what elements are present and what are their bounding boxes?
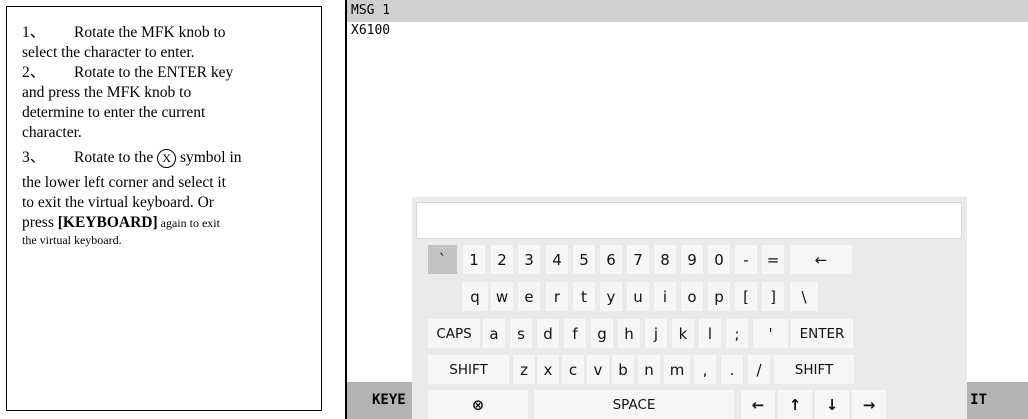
- arrow-down-icon: ↓: [825, 395, 839, 414]
- key-t[interactable]: t: [573, 282, 595, 311]
- key-g[interactable]: g: [591, 319, 613, 348]
- screen-title-bar: MSG 1: [347, 0, 1028, 22]
- step-3-line-4: press [KEYBOARD] again to exit: [22, 214, 220, 231]
- key-z[interactable]: z: [513, 355, 535, 384]
- step-2-line-1: 2、 Rotate to the ENTER key: [22, 64, 234, 81]
- key-k[interactable]: k: [672, 319, 694, 348]
- key-5[interactable]: 5: [573, 245, 595, 274]
- key-shift-right[interactable]: SHIFT: [774, 355, 854, 384]
- key-semicolon[interactable]: ;: [726, 319, 748, 348]
- message-content: X6100: [351, 23, 391, 38]
- key-i[interactable]: i: [654, 282, 676, 311]
- key-arrow-up[interactable]: ↑: [778, 390, 812, 419]
- key-7[interactable]: 7: [627, 245, 649, 274]
- key-space[interactable]: SPACE: [534, 390, 734, 419]
- key-q[interactable]: q: [462, 282, 488, 311]
- exit-circle-icon: X: [157, 148, 177, 168]
- key-arrow-right[interactable]: →: [852, 390, 886, 419]
- key-s[interactable]: s: [510, 319, 532, 348]
- step-2-line-3: determine to enter the current: [22, 104, 206, 121]
- key-arrow-left[interactable]: ←: [741, 390, 775, 419]
- key-backslash[interactable]: \: [790, 282, 818, 311]
- key-h[interactable]: h: [618, 319, 640, 348]
- key-comma[interactable]: ,: [694, 355, 716, 384]
- key-equals[interactable]: =: [762, 245, 784, 274]
- key-x[interactable]: x: [537, 355, 559, 384]
- key-l[interactable]: l: [699, 319, 721, 348]
- virtual-keyboard: ` 1 2 3 4 5 6 7 8 9 0 - = ← q w e r t y …: [412, 197, 967, 419]
- key-4[interactable]: 4: [546, 245, 568, 274]
- key-right-bracket[interactable]: ]: [762, 282, 784, 311]
- step-1-line-1: 1、 Rotate the MFK knob to: [22, 24, 226, 41]
- key-slash[interactable]: /: [748, 355, 770, 384]
- key-o[interactable]: o: [681, 282, 703, 311]
- key-1[interactable]: 1: [463, 245, 485, 274]
- step-3-line-2: the lower left corner and select it: [22, 174, 226, 191]
- softkey-exit[interactable]: IT: [970, 392, 987, 408]
- key-6[interactable]: 6: [600, 245, 622, 274]
- key-2[interactable]: 2: [491, 245, 513, 274]
- key-d[interactable]: d: [537, 319, 559, 348]
- arrow-up-icon: ↑: [788, 395, 802, 414]
- key-backspace[interactable]: ←: [790, 245, 852, 274]
- step-1-line-2: select the character to enter.: [22, 44, 195, 61]
- keyboard-input-field[interactable]: [416, 202, 962, 239]
- step-3-line-5: the virtual keyboard.: [22, 233, 122, 247]
- key-u[interactable]: u: [627, 282, 649, 311]
- key-n[interactable]: n: [638, 355, 660, 384]
- step-2-line-4: character.: [22, 124, 82, 141]
- key-exit-keyboard[interactable]: ⊗: [428, 390, 528, 419]
- instruction-panel: 1、 Rotate the MFK knob to select the char…: [6, 6, 322, 411]
- step-2-line-2: and press the MFK knob to: [22, 84, 192, 101]
- key-0[interactable]: 0: [708, 245, 730, 274]
- key-p[interactable]: p: [708, 282, 730, 311]
- key-j[interactable]: j: [645, 319, 667, 348]
- key-y[interactable]: y: [600, 282, 622, 311]
- key-r[interactable]: r: [546, 282, 568, 311]
- key-backtick[interactable]: `: [428, 245, 457, 274]
- key-arrow-down[interactable]: ↓: [815, 390, 849, 419]
- key-9[interactable]: 9: [681, 245, 703, 274]
- key-left-bracket[interactable]: [: [735, 282, 757, 311]
- key-f[interactable]: f: [564, 319, 586, 348]
- step-3-line-3: to exit the virtual keyboard. Or: [22, 194, 214, 211]
- key-quote[interactable]: ': [753, 319, 788, 348]
- key-period[interactable]: .: [721, 355, 743, 384]
- softkey-keyboard[interactable]: KEYE: [372, 392, 406, 408]
- close-circle-icon: ⊗: [471, 395, 485, 414]
- key-c[interactable]: c: [562, 355, 584, 384]
- key-a[interactable]: a: [483, 319, 505, 348]
- key-minus[interactable]: -: [735, 245, 757, 274]
- key-m[interactable]: m: [664, 355, 690, 384]
- key-w[interactable]: w: [491, 282, 513, 311]
- key-3[interactable]: 3: [518, 245, 540, 274]
- key-8[interactable]: 8: [654, 245, 676, 274]
- key-caps[interactable]: CAPS: [428, 319, 480, 348]
- key-enter[interactable]: ENTER: [791, 319, 853, 348]
- key-b[interactable]: b: [612, 355, 634, 384]
- key-e[interactable]: e: [518, 282, 540, 311]
- key-v[interactable]: v: [587, 355, 609, 384]
- step-3-line-1: 3、 Rotate to the X symbol in: [22, 148, 242, 168]
- key-shift-left[interactable]: SHIFT: [428, 355, 509, 384]
- arrow-left-icon: ←: [751, 395, 765, 414]
- arrow-right-icon: →: [862, 395, 876, 414]
